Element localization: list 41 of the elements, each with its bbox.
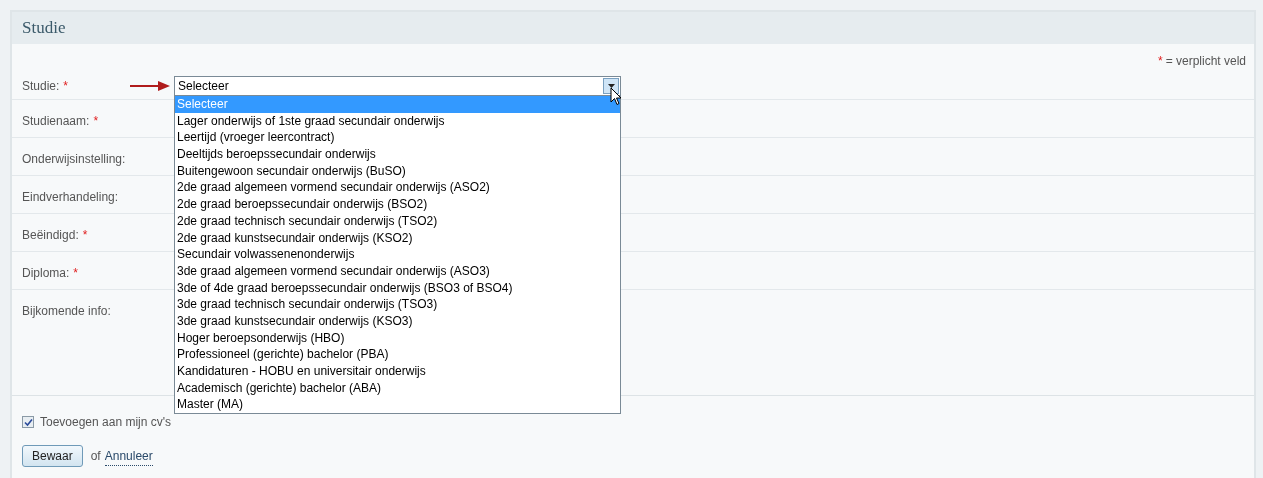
required-asterisk: * [63, 78, 69, 95]
dropdown-option[interactable]: Buitengewoon secundair onderwijs (BuSO) [175, 162, 620, 180]
checkbox-label: Toevoegen aan mijn cv's [40, 414, 172, 431]
dropdown-option[interactable]: 2de graad algemeen vormend secundair onderwijs (ASO2) [175, 179, 620, 197]
dropdown-option[interactable]: Lager onderwijs of 1ste graad secundair onderwijs [175, 112, 620, 130]
arrow-icon [130, 80, 170, 92]
select-field[interactable]: Selecteer [174, 76, 621, 96]
dropdown-option[interactable]: Academisch (gerichte) bachelor (ABA) [175, 379, 620, 397]
required-asterisk: * [93, 113, 99, 130]
save-button[interactable]: Bewaar [22, 445, 83, 467]
field-label: Diploma: [22, 265, 70, 282]
dropdown-option[interactable]: 2de graad technisch secundair onderwijs (TSO2) [175, 212, 620, 230]
cancel-link[interactable]: Annuleer [104, 446, 153, 466]
required-asterisk: * [1157, 53, 1163, 70]
or-text: of [90, 448, 101, 465]
field-label: Eindverhandeling: [22, 189, 119, 206]
dropdown-option[interactable]: 2de graad kunstsecundair onderwijs (KSO2) [175, 229, 620, 247]
field-label: Onderwijsinstelling: [22, 151, 126, 168]
required-asterisk: * [82, 227, 88, 244]
dropdown-option[interactable]: 2de graad beroepssecundair onderwijs (BSO2) [175, 196, 620, 213]
field-label: Studienaam: [22, 113, 90, 130]
dropdown-button[interactable] [603, 78, 619, 94]
field-label: Beëindigd: [22, 227, 79, 244]
dropdown-option[interactable]: 3de graad kunstsecundair onderwijs (KSO3) [175, 312, 620, 330]
dropdown-option[interactable]: 3de of 4de graad beroepssecundair onderwijs (BSO3 of BSO4) [175, 279, 620, 297]
checkbox[interactable] [22, 416, 34, 428]
dropdown-option[interactable]: 3de graad algemeen vormend secundair onderwijs (ASO3) [175, 262, 620, 280]
dropdown-option[interactable]: Secundair volwassenenonderwijs [175, 246, 620, 263]
dropdown-option[interactable]: Professioneel (gerichte) bachelor (PBA) [175, 346, 620, 363]
field-label: Bijkomende info: [22, 303, 111, 320]
dropdown-option[interactable]: Kandidaturen - HOBU en universitair onderwijs [175, 363, 620, 380]
panel-title: Studie [22, 17, 66, 40]
dropdown-option[interactable]: Leertijd (vroeger leercontract) [175, 129, 620, 147]
caret-icon [607, 84, 615, 88]
dropdown-option[interactable]: Deeltijds beroepssecundair onderwijs [175, 146, 620, 163]
dropdown-option[interactable]: Master (MA) [175, 396, 620, 414]
dropdown-option[interactable]: Hoger beroepsonderwijs (HBO) [175, 329, 620, 347]
field-label: Studie: [22, 78, 60, 95]
required-note: = verplicht veld [1165, 53, 1246, 70]
dropdown-option[interactable]: 3de graad technisch secundair onderwijs (TSO3) [175, 296, 620, 313]
required-asterisk: * [73, 265, 79, 282]
